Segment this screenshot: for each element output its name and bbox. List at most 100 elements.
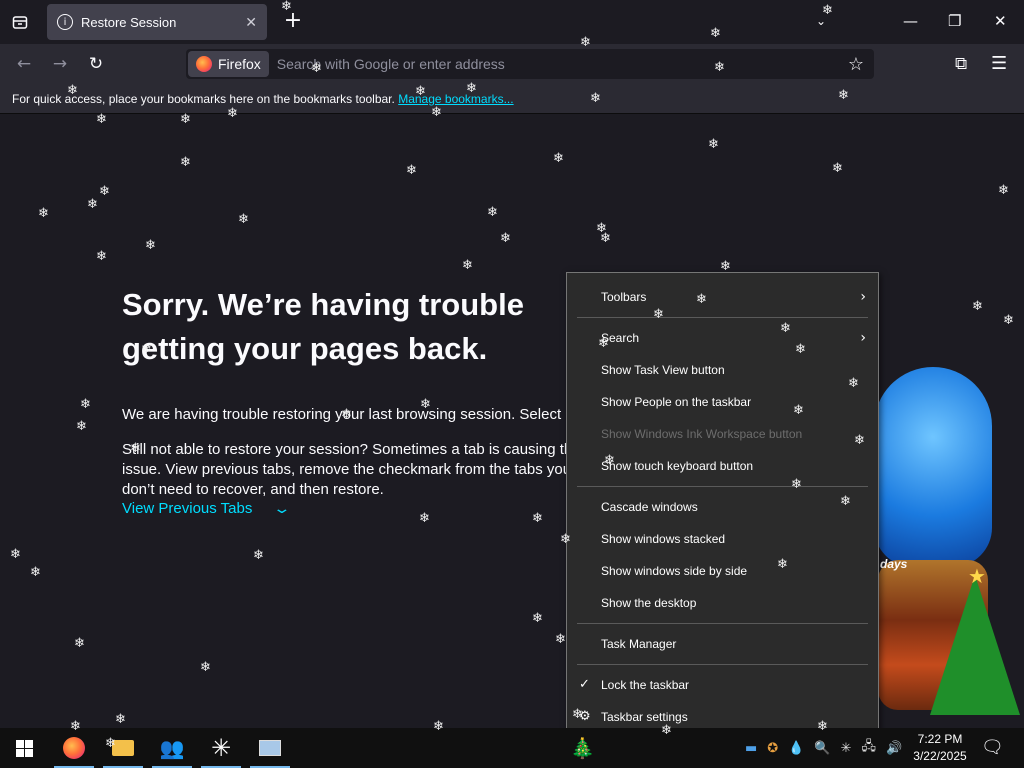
firefox-icon xyxy=(63,737,85,759)
taskbar-computer[interactable] xyxy=(248,728,292,768)
tab-overview-icon[interactable] xyxy=(8,10,32,34)
menu-item-show-ink: Show Windows Ink Workspace button xyxy=(567,418,878,450)
extensions-icon[interactable]: ⧉ xyxy=(955,54,967,74)
menu-label: Show Task View button xyxy=(601,363,725,377)
close-icon[interactable]: ✕ xyxy=(245,14,257,31)
tab-restore-session[interactable]: i Restore Session ✕ xyxy=(47,4,267,40)
tab-title: Restore Session xyxy=(81,14,177,30)
snowflake-icon: ❄ xyxy=(80,397,91,412)
menu-separator xyxy=(577,486,868,487)
snowflake-icon: ❄ xyxy=(433,719,444,734)
window-close-icon[interactable]: ✕ xyxy=(994,12,1007,30)
snowflake-icon: ❄ xyxy=(341,407,352,422)
snowflake-icon: ❄ xyxy=(180,112,191,127)
tray-network-icon[interactable]: 🖧 xyxy=(861,737,876,759)
snowflake-icon: ❄ xyxy=(653,307,664,322)
menu-label: Taskbar settings xyxy=(601,710,688,724)
snowflake-icon: ❄ xyxy=(580,35,591,50)
menu-label: Lock the taskbar xyxy=(601,678,690,692)
snowflake-icon: ❄ xyxy=(555,632,566,647)
taskbar-firefox[interactable] xyxy=(52,728,96,768)
christmas-tree-image xyxy=(930,575,1020,715)
bookmark-star-icon[interactable]: ☆ xyxy=(848,54,864,75)
snowflake-icon: ❄ xyxy=(87,197,98,212)
menu-label: Cascade windows xyxy=(601,500,698,514)
snowflake-icon: ❄ xyxy=(832,161,843,176)
snowflake-icon: ❄ xyxy=(532,511,543,526)
menu-item-task-manager[interactable]: Task Manager xyxy=(567,628,878,660)
menu-item-cascade[interactable]: Cascade windows xyxy=(567,491,878,523)
tray-search-icon[interactable]: 🔍 xyxy=(814,741,830,756)
snowflake-icon: ❄ xyxy=(96,249,107,264)
computer-icon xyxy=(259,740,281,756)
people-icon: 👥 xyxy=(159,736,185,760)
snowflake-icon: ❄ xyxy=(714,60,725,75)
view-previous-tabs-button[interactable]: View Previous Tabs ⌄ xyxy=(122,500,292,517)
snowflake-icon: ❄ xyxy=(590,91,601,106)
snowflake-icon: ❄ xyxy=(415,84,426,99)
snowflake-icon: ❄ xyxy=(38,206,49,221)
back-icon[interactable]: ← xyxy=(12,52,36,76)
taskbar-snow-app[interactable]: ✳ xyxy=(199,728,243,768)
menu-item-show-desktop[interactable]: Show the desktop xyxy=(567,587,878,619)
url-bar[interactable]: Firefox Search with Google or enter addr… xyxy=(186,49,874,79)
taskbar-people[interactable]: 👥 xyxy=(150,728,194,768)
taskbar-context-menu: Toolbars › Search › Show Task View button … xyxy=(566,272,879,740)
snowflake-icon: ❄ xyxy=(419,511,430,526)
snowflake-icon: ❄ xyxy=(227,106,238,121)
snowflake-icon: ❄ xyxy=(30,565,41,580)
snowflake-icon: ❄ xyxy=(817,719,828,734)
snowflake-icon: ❄ xyxy=(840,494,851,509)
menu-item-toolbars[interactable]: Toolbars › xyxy=(567,281,878,313)
taskbar-clock[interactable]: 7:22 PM 3/22/2025 xyxy=(908,731,972,765)
volume-icon[interactable]: 🔊 xyxy=(886,741,902,756)
tray-snowflake-icon[interactable]: ✳ xyxy=(841,741,852,756)
snowflake-icon: ❄ xyxy=(720,259,731,274)
identity-box[interactable]: Firefox xyxy=(188,51,269,77)
tray-window-icon[interactable]: ▬ xyxy=(745,741,757,756)
snowflake-icon: ❄ xyxy=(532,611,543,626)
menu-item-show-task-view[interactable]: Show Task View button xyxy=(567,354,878,386)
snowflake-icon: ❄ xyxy=(74,636,85,651)
snowflake-icon: ❄ xyxy=(708,137,719,152)
forward-icon[interactable]: → xyxy=(48,52,72,76)
menu-separator xyxy=(577,317,868,318)
snowflake-icon: ❄ xyxy=(972,299,983,314)
menu-item-side-by-side[interactable]: Show windows side by side xyxy=(567,555,878,587)
tree-tray-icon[interactable]: 🎄 xyxy=(570,728,595,768)
identity-label: Firefox xyxy=(218,56,261,72)
snowflake-icon: ❄ xyxy=(466,81,477,96)
snowflake-icon: ❄ xyxy=(710,26,721,41)
snowflake-icon: ❄ xyxy=(838,88,849,103)
snowflake-icon: ❄ xyxy=(96,112,107,127)
menu-item-lock-taskbar[interactable]: ✓ Lock the taskbar xyxy=(567,669,878,701)
star-icon: ★ xyxy=(968,564,986,588)
tray-app-icon[interactable]: ✪ xyxy=(767,741,778,756)
windows-logo-icon xyxy=(15,739,33,757)
restore-icon[interactable]: ❐ xyxy=(948,12,961,30)
hamburger-menu-icon[interactable]: ☰ xyxy=(991,53,1007,74)
menu-item-stacked[interactable]: Show windows stacked xyxy=(567,523,878,555)
snowflake-icon: ❄ xyxy=(406,163,417,178)
tray-drop-icon[interactable]: 💧 xyxy=(788,741,804,756)
menu-item-search[interactable]: Search › xyxy=(567,322,878,354)
snowflake-icon: ❄ xyxy=(1003,313,1014,328)
snowflake-icon: ❄ xyxy=(553,151,564,166)
page-description-2: Still not able to restore your session? … xyxy=(122,441,581,498)
minimize-icon[interactable]: — xyxy=(903,12,918,30)
menu-label: Show Windows Ink Workspace button xyxy=(601,427,803,441)
url-input[interactable]: Search with Google or enter address xyxy=(277,56,848,72)
start-button[interactable] xyxy=(0,728,48,768)
menu-item-show-people[interactable]: Show People on the taskbar xyxy=(567,386,878,418)
snowflake-icon: ❄ xyxy=(998,183,1009,198)
snowflake-icon: ❄ xyxy=(281,0,292,14)
notification-icon[interactable]: 🗨 xyxy=(981,737,1004,758)
reload-icon[interactable]: ↻ xyxy=(84,52,108,76)
checkmark-icon: ✓ xyxy=(579,677,590,692)
clock-date: 3/22/2025 xyxy=(913,749,967,763)
snowflake-icon: ❄ xyxy=(604,453,615,468)
snowflake-icon: ❄ xyxy=(793,403,804,418)
clock-time: 7:22 PM xyxy=(917,732,963,746)
snowflake-icon: ❄ xyxy=(76,419,87,434)
snowflake-icon: ❄ xyxy=(70,719,81,734)
